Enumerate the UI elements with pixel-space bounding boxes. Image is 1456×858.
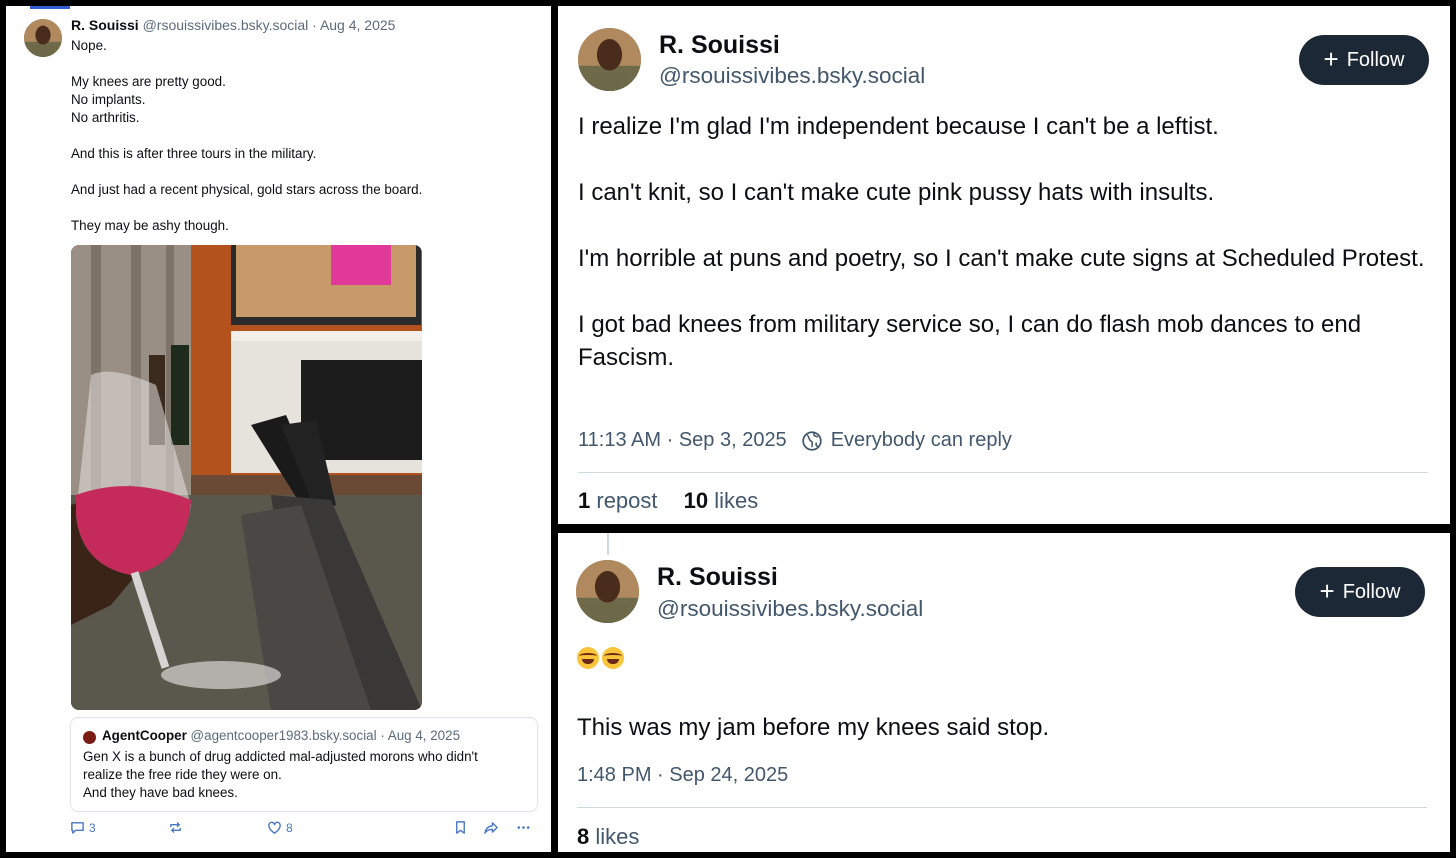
repost-count: 1 — [578, 488, 591, 513]
author-avatar[interactable] — [24, 19, 62, 57]
avatar-image — [24, 19, 62, 57]
follow-button[interactable]: + Follow — [1295, 567, 1425, 617]
ellipsis-icon — [517, 826, 530, 829]
post-stats: 1 repost 10 likes — [578, 488, 758, 514]
post-line: Nope. — [71, 38, 107, 53]
repost-icon — [170, 822, 181, 833]
post-paragraph: I'm horrible at puns and poetry, so I ca… — [578, 245, 1425, 272]
bookmark-button[interactable] — [453, 820, 468, 835]
laughing-emoji-icon — [577, 647, 599, 669]
follow-label: Follow — [1342, 580, 1401, 603]
post-header: R. Souissi @rsouissivibes.bsky.social · … — [71, 17, 395, 33]
separator-dot: · — [661, 429, 679, 451]
quote-date: Aug 4, 2025 — [387, 728, 461, 743]
post-time[interactable]: 11:13 AM — [578, 429, 661, 452]
post-line — [71, 199, 531, 217]
globe-icon — [802, 430, 822, 451]
like-count: 8 — [286, 820, 293, 835]
thread-connector-line — [607, 533, 609, 555]
separator-dot: · — [312, 17, 317, 33]
share-icon — [484, 822, 498, 834]
quote-line: Gen X is a bunch of drug addicted mal-ad… — [83, 749, 478, 764]
repost-stat[interactable]: 1 repost — [578, 488, 658, 513]
post-line — [71, 127, 531, 145]
post-body: Nope. My knees are pretty good. No impla… — [71, 37, 531, 235]
quote-header: AgentCooper @agentcooper1983.bsky.social… — [102, 728, 460, 743]
reply-icon — [71, 822, 84, 834]
photo-wineglass-legs — [71, 245, 422, 710]
post-paragraph: I can't knit, so I can't make cute pink … — [578, 179, 1215, 206]
likes-stat[interactable]: 8 likes — [577, 824, 639, 849]
repost-button[interactable] — [168, 820, 183, 835]
quote-line: And they have bad knees. — [83, 785, 238, 800]
post-line: They may be ashy though. — [71, 218, 229, 233]
post-meta: 11:13 AM · Sep 3, 2025 Everybody can rep… — [578, 429, 1012, 452]
reply-count: 3 — [89, 820, 96, 835]
post-body: This was my jam before my knees said sto… — [577, 711, 1437, 744]
plus-icon: + — [1323, 44, 1339, 74]
post-line: And just had a recent physical, gold sta… — [71, 182, 423, 197]
post-date[interactable]: Sep 24, 2025 — [669, 764, 788, 787]
likes-label: likes — [714, 488, 759, 513]
author-handle[interactable]: @rsouissivibes.bsky.social — [143, 17, 309, 33]
post-image[interactable] — [71, 245, 422, 710]
like-button[interactable]: 8 — [267, 820, 293, 835]
post-line: And this is after three tours in the mil… — [71, 146, 317, 161]
share-button[interactable] — [484, 820, 499, 835]
bottom-right-post-panel: R. Souissi @rsouissivibes.bsky.social + … — [558, 533, 1450, 852]
author-handle[interactable]: @rsouissivibes.bsky.social — [657, 596, 923, 622]
plus-icon: + — [1319, 576, 1335, 606]
thread-indicator — [30, 6, 70, 9]
post-body: I realize I'm glad I'm independent becau… — [578, 110, 1438, 374]
post-date[interactable]: Aug 4, 2025 — [320, 17, 396, 33]
separator-dot: · — [380, 728, 385, 743]
post-time[interactable]: 1:48 PM — [577, 764, 651, 787]
post-paragraph: This was my jam before my knees said sto… — [577, 714, 1050, 741]
post-meta: 1:48 PM · Sep 24, 2025 — [577, 764, 788, 787]
divider — [577, 807, 1427, 808]
quote-body: Gen X is a bunch of drug addicted mal-ad… — [83, 748, 533, 802]
author-name[interactable]: R. Souissi — [657, 563, 778, 592]
follow-button[interactable]: + Follow — [1299, 35, 1429, 85]
avatar-image — [578, 28, 641, 91]
left-post-panel: R. Souissi @rsouissivibes.bsky.social · … — [6, 6, 551, 852]
quote-author-avatar — [83, 731, 96, 744]
divider — [578, 472, 1428, 473]
post-line: My knees are pretty good. — [71, 74, 226, 89]
post-paragraph: I got bad knees from military service so… — [578, 311, 1362, 371]
quote-line: realize the free ride they were on. — [83, 767, 282, 782]
like-count: 8 — [577, 824, 590, 849]
post-line: No arthritis. — [71, 110, 140, 125]
quote-author-handle[interactable]: @agentcooper1983.bsky.social — [191, 728, 377, 743]
post-paragraph: I realize I'm glad I'm independent becau… — [578, 113, 1219, 140]
post-date[interactable]: Sep 3, 2025 — [679, 429, 787, 452]
reply-setting[interactable]: Everybody can reply — [831, 429, 1012, 452]
likes-label: likes — [595, 824, 640, 849]
bookmark-icon — [456, 821, 465, 834]
author-name[interactable]: R. Souissi — [71, 17, 139, 33]
heart-icon — [268, 821, 281, 834]
post-line — [71, 55, 531, 73]
like-count: 10 — [683, 488, 709, 513]
reply-button[interactable]: 3 — [70, 820, 96, 835]
separator-dot: · — [651, 764, 670, 786]
author-avatar[interactable] — [578, 28, 641, 91]
post-line — [71, 163, 531, 181]
post-line: No implants. — [71, 92, 146, 107]
more-options-button[interactable] — [516, 820, 531, 835]
quoted-post[interactable]: AgentCooper @agentcooper1983.bsky.social… — [70, 717, 538, 812]
top-right-post-panel: R. Souissi @rsouissivibes.bsky.social + … — [558, 6, 1450, 524]
post-stats: 8 likes — [577, 824, 639, 850]
repost-label: repost — [596, 488, 658, 513]
follow-label: Follow — [1346, 48, 1405, 71]
laughing-emoji-row: 😂😂 — [577, 647, 627, 673]
author-handle[interactable]: @rsouissivibes.bsky.social — [659, 63, 925, 89]
avatar-image — [576, 560, 639, 623]
likes-stat[interactable]: 10 likes — [684, 488, 759, 513]
author-avatar[interactable] — [576, 560, 639, 623]
quote-author-name[interactable]: AgentCooper — [102, 728, 187, 743]
author-name[interactable]: R. Souissi — [659, 31, 780, 60]
laughing-emoji-icon — [602, 647, 624, 669]
post-actions: 3 8 — [70, 820, 540, 840]
